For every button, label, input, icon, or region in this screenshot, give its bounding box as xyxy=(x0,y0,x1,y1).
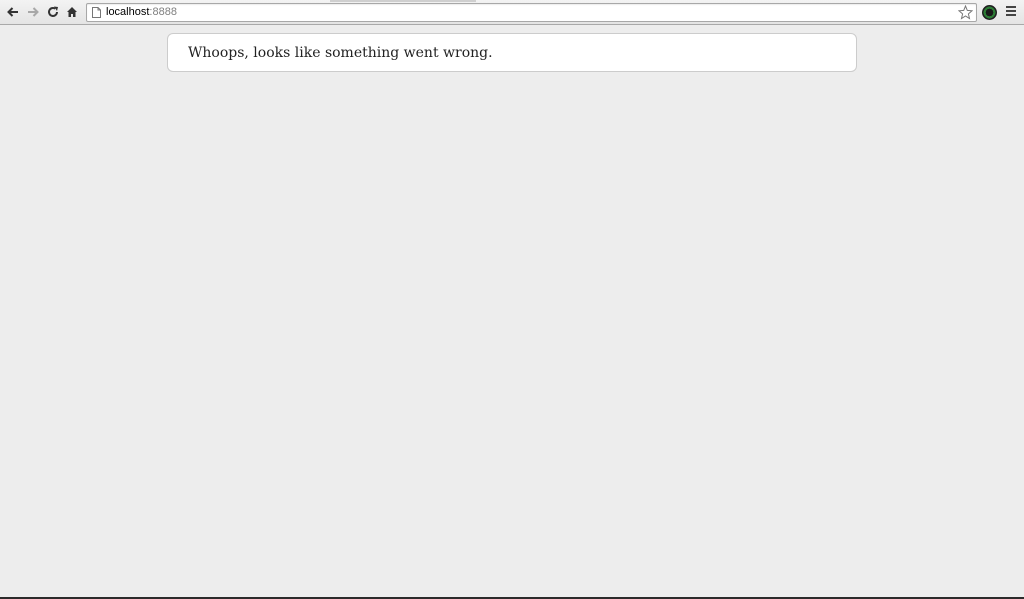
url-host: localhost xyxy=(106,6,150,18)
reload-button[interactable] xyxy=(45,4,61,20)
url-text[interactable]: localhost:8888 xyxy=(106,5,177,20)
error-panel: Whoops, looks like something went wrong. xyxy=(167,33,857,72)
menu-bar-line xyxy=(1006,6,1016,8)
error-message: Whoops, looks like something went wrong. xyxy=(188,45,493,61)
home-button[interactable] xyxy=(64,4,80,20)
menu-bar-line xyxy=(1006,14,1016,16)
url-port: :8888 xyxy=(149,6,177,18)
page-icon xyxy=(92,7,101,18)
page-content: Whoops, looks like something went wrong. xyxy=(0,25,1024,597)
menu-icon[interactable] xyxy=(1005,6,1017,18)
home-icon xyxy=(67,7,77,17)
browser-toolbar: localhost:8888 xyxy=(0,0,1024,25)
extension-icon[interactable] xyxy=(982,5,997,20)
menu-bar-line xyxy=(1006,10,1016,12)
back-button[interactable] xyxy=(5,4,21,20)
star-icon[interactable] xyxy=(958,5,973,20)
arrow-left-icon xyxy=(7,7,18,17)
forward-button[interactable] xyxy=(25,4,41,20)
address-bar[interactable]: localhost:8888 xyxy=(86,3,977,22)
tab-strip-edge xyxy=(330,0,476,2)
arrow-right-icon xyxy=(28,7,39,17)
reload-icon xyxy=(48,6,58,17)
